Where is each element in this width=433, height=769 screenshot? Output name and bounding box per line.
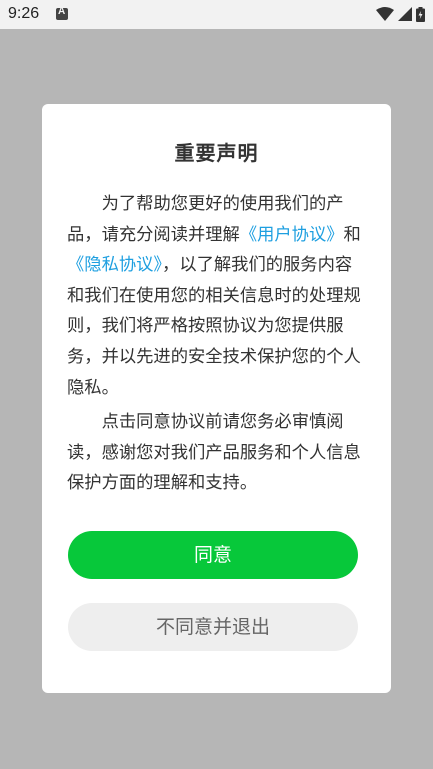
statement-text-c: ，以了解我们的服务内容和我们在使用您的相关信息时的处理规则，我们将严格按照协议为…	[67, 255, 361, 398]
statement-text-b: 和	[343, 224, 361, 245]
statement-paragraph: 为了帮助您更好的使用我们的产品，请充分阅读并理解《用户协议》和《隐私协议》，以了…	[67, 189, 367, 403]
user-agreement-link[interactable]: 《用户协议》	[240, 225, 344, 245]
status-icons	[376, 5, 425, 23]
notification-app-icon	[56, 6, 68, 20]
battery-icon	[416, 6, 425, 22]
status-bar: 9:26	[0, 0, 433, 29]
wifi-icon	[376, 7, 394, 21]
status-time: 9:26	[8, 5, 40, 22]
dialog-body: 为了帮助您更好的使用我们的产品，请充分阅读并理解《用户协议》和《隐私协议》，以了…	[67, 189, 367, 499]
signal-icon	[398, 7, 412, 21]
privacy-dialog: 重要声明 为了帮助您更好的使用我们的产品，请充分阅读并理解《用户协议》和《隐私协…	[42, 104, 391, 693]
dialog-title: 重要声明	[174, 141, 259, 165]
privacy-agreement-link[interactable]: 《隐私协议》	[67, 255, 162, 275]
notice-paragraph: 点击同意协议前请您务必审慎阅读，感谢您对我们产品服务和个人信息保护方面的理解和支…	[67, 412, 361, 494]
agree-button[interactable]: 同意	[68, 531, 358, 579]
disagree-exit-button[interactable]: 不同意并退出	[68, 603, 358, 651]
